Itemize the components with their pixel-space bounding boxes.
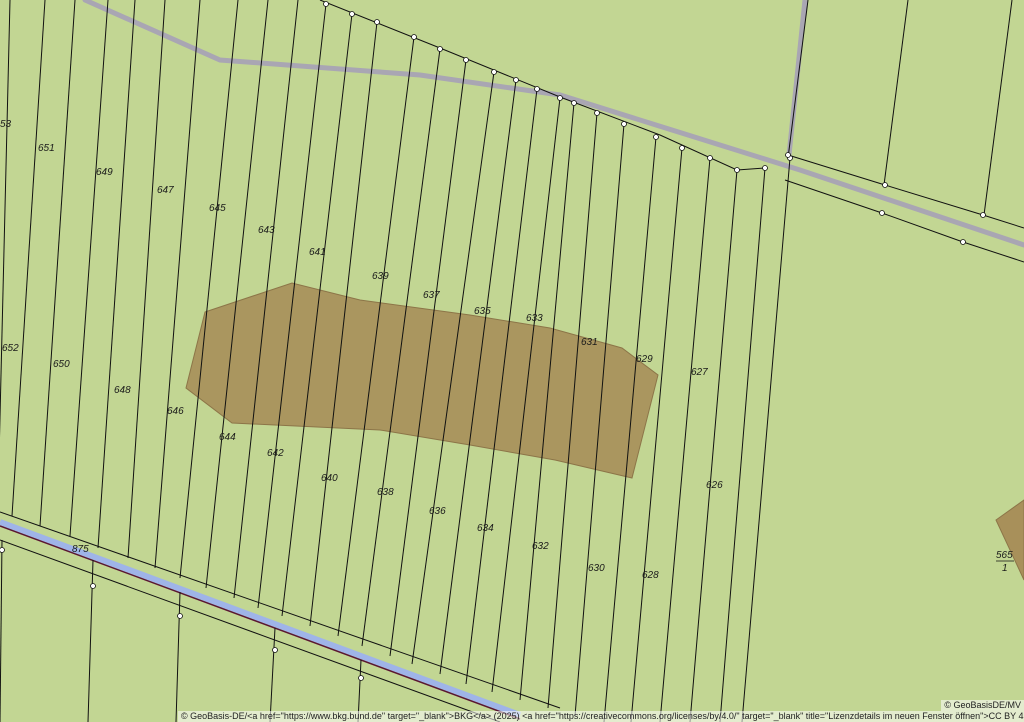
parcel-label[interactable]: 651 (38, 143, 55, 154)
map-canvas[interactable]: 53 651 649 647 645 643 641 639 637 635 6… (0, 0, 1024, 722)
boundary-vertex (653, 134, 659, 140)
parcel-label[interactable]: 627 (691, 367, 708, 378)
boundary-vertex (960, 239, 966, 245)
parcel-label[interactable]: 631 (581, 337, 598, 348)
cadastral-map[interactable]: 53 651 649 647 645 643 641 639 637 635 6… (0, 0, 1024, 722)
boundary-vertex (571, 100, 577, 106)
parcel-label[interactable]: 638 (377, 487, 394, 498)
boundary-vertex (411, 34, 417, 40)
parcel-label[interactable]: 648 (114, 385, 131, 396)
parcel-label[interactable]: 646 (167, 406, 184, 417)
boundary-vertex (534, 86, 540, 92)
boundary-vertex (0, 547, 5, 553)
parcel-label[interactable]: 650 (53, 359, 70, 370)
boundary-vertex (90, 583, 96, 589)
parcel-label[interactable]: 630 (588, 563, 605, 574)
boundary-vertex (491, 69, 497, 75)
boundary-vertex (272, 647, 278, 653)
parcel-label[interactable]: 652 (2, 343, 19, 354)
parcel-label[interactable]: 626 (706, 480, 723, 491)
boundary-vertex (323, 1, 329, 7)
parcel-label[interactable]: 649 (96, 167, 113, 178)
attribution: © GeoBasis-DE/<a href="https://www.bkg.b… (178, 711, 1024, 722)
boundary-vertex (762, 165, 768, 171)
boundary-vertex (679, 145, 685, 151)
parcel-label[interactable]: 647 (157, 185, 174, 196)
attribution-short: © GeoBasisDE/MV (941, 700, 1024, 711)
parcel-label[interactable]: 1 (1002, 563, 1008, 574)
parcel-label[interactable]: 635 (474, 306, 491, 317)
parcel-label[interactable]: 53 (0, 119, 12, 130)
boundary-vertex (177, 613, 183, 619)
boundary-vertex (707, 155, 713, 161)
parcel-label[interactable]: 633 (526, 313, 543, 324)
boundary-vertex (980, 212, 986, 218)
parcel-label[interactable]: 643 (258, 225, 275, 236)
parcel-label[interactable]: 565 (996, 550, 1013, 561)
boundary-vertex (437, 46, 443, 52)
boundary-vertex (734, 167, 740, 173)
boundary-vertex (557, 95, 563, 101)
parcel-label[interactable]: 640 (321, 473, 338, 484)
parcel-label[interactable]: 634 (477, 523, 494, 534)
boundary-vertex (621, 121, 627, 127)
boundary-vertex (785, 152, 791, 158)
boundary-vertex (358, 675, 364, 681)
boundary-vertex (879, 210, 885, 216)
parcel-label[interactable]: 628 (642, 570, 659, 581)
parcel-label[interactable]: 641 (309, 247, 326, 258)
boundary-vertex (349, 11, 355, 17)
parcel-label[interactable]: 642 (267, 448, 284, 459)
parcel-label[interactable]: 639 (372, 271, 389, 282)
parcel-label[interactable]: 636 (429, 506, 446, 517)
boundary-vertex (513, 77, 519, 83)
boundary-vertex (594, 110, 600, 116)
parcel-label[interactable]: 645 (209, 203, 226, 214)
parcel-label[interactable]: 632 (532, 541, 549, 552)
parcel-label[interactable]: 637 (423, 290, 440, 301)
parcel-label[interactable]: 629 (636, 354, 653, 365)
parcel-label[interactable]: 875 (72, 544, 89, 555)
parcel-label[interactable]: 644 (219, 432, 236, 443)
boundary-vertex (463, 57, 469, 63)
boundary-vertex (882, 182, 888, 188)
boundary-vertex (374, 19, 380, 25)
